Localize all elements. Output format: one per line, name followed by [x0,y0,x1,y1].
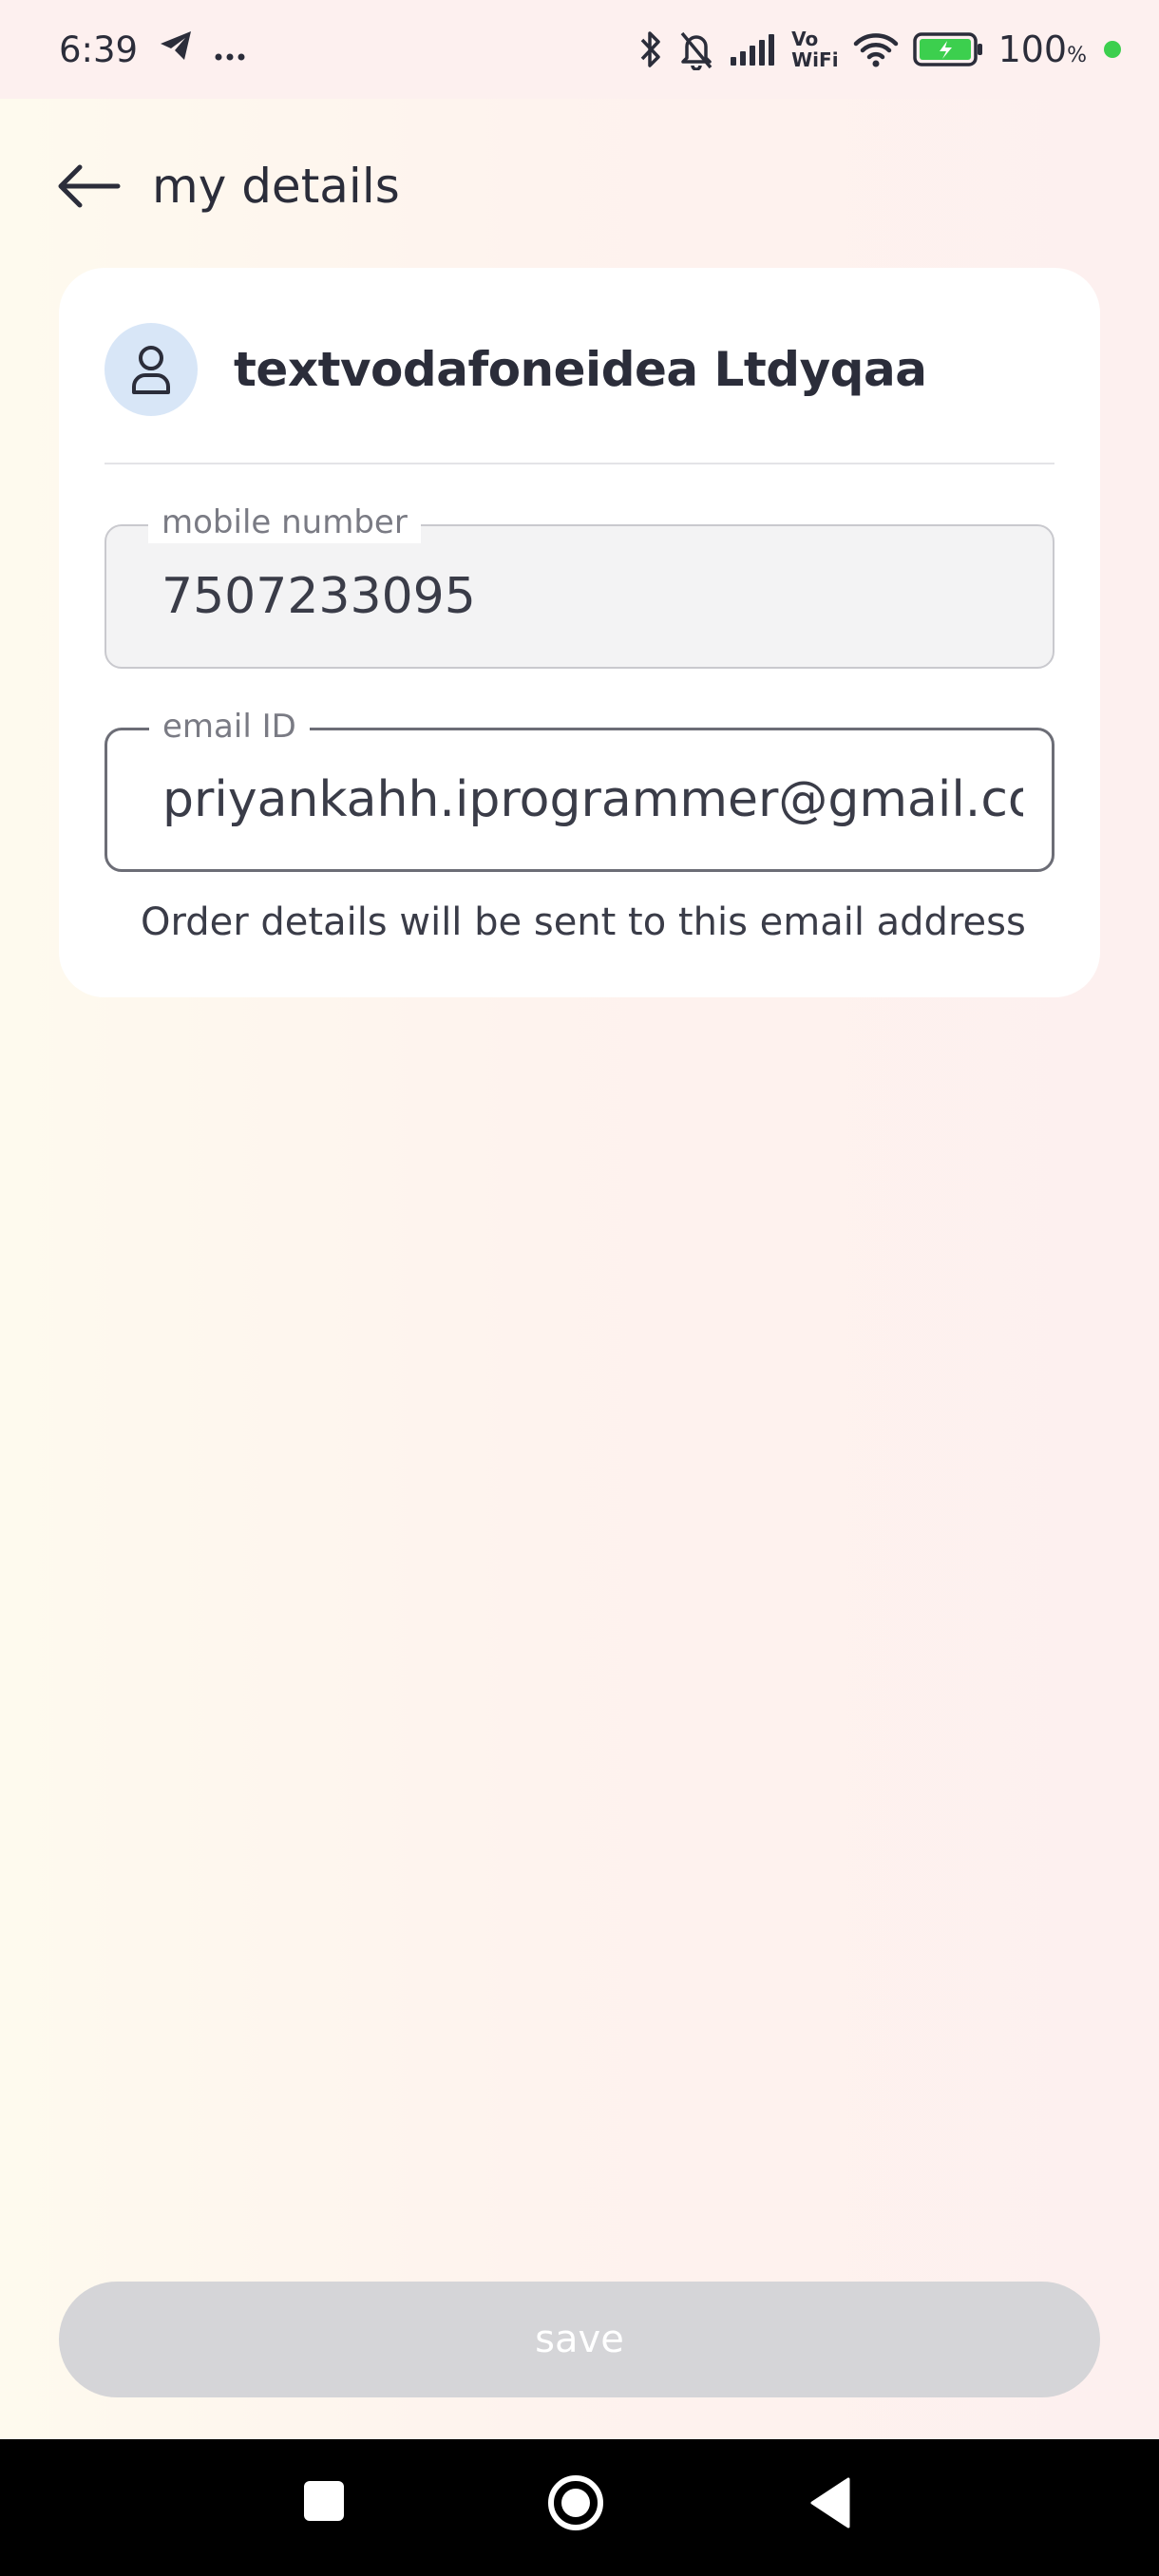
details-card: textvodafoneidea Ltdyqaa mobile number 7… [59,268,1100,997]
profile-row: textvodafoneidea Ltdyqaa [104,323,1054,416]
vowifi-icon: Vo WiFi [791,28,839,71]
system-nav-bar [0,2439,1159,2576]
home-circle-icon [548,2475,603,2530]
email-helper-text: Order details will be sent to this email… [141,900,1026,944]
mobile-number-field[interactable]: mobile number 7507233095 [104,502,1054,669]
profile-name: textvodafoneidea Ltdyqaa [234,342,927,397]
back-button[interactable] [55,158,125,215]
arrow-left-icon [58,164,121,208]
save-button[interactable]: save [59,2282,1100,2397]
email-value: priyankahh.iprogrammer@gmail.com [162,771,1023,828]
avatar [104,323,198,416]
status-time: 6:39 [59,28,139,70]
status-bar: 6:39 Vo WiFi 100% [0,0,1159,99]
signal-icon [729,32,778,66]
user-icon [132,346,170,394]
privacy-indicator-dot [1104,41,1121,58]
square-icon [304,2481,344,2521]
email-field[interactable]: email ID priyankahh.iprogrammer@gmail.co… [104,706,1054,872]
status-bar-left: 6:39 [59,29,246,70]
bell-off-icon [677,28,715,70]
recents-button[interactable] [302,2479,346,2523]
battery-percent: 100% [998,28,1087,70]
page-title: my details [152,159,400,214]
wifi-icon [852,30,900,68]
divider [104,463,1054,464]
bluetooth-icon [637,28,664,70]
page-header: my details [0,142,1159,230]
telegram-icon [159,29,193,70]
mobile-number-value: 7507233095 [162,568,476,625]
triangle-back-icon [810,2477,850,2529]
more-icon [214,29,246,70]
battery-icon [912,31,985,67]
back-nav-button[interactable] [808,2476,851,2529]
status-bar-right: Vo WiFi 100% [637,28,1121,70]
home-button[interactable] [546,2473,605,2532]
